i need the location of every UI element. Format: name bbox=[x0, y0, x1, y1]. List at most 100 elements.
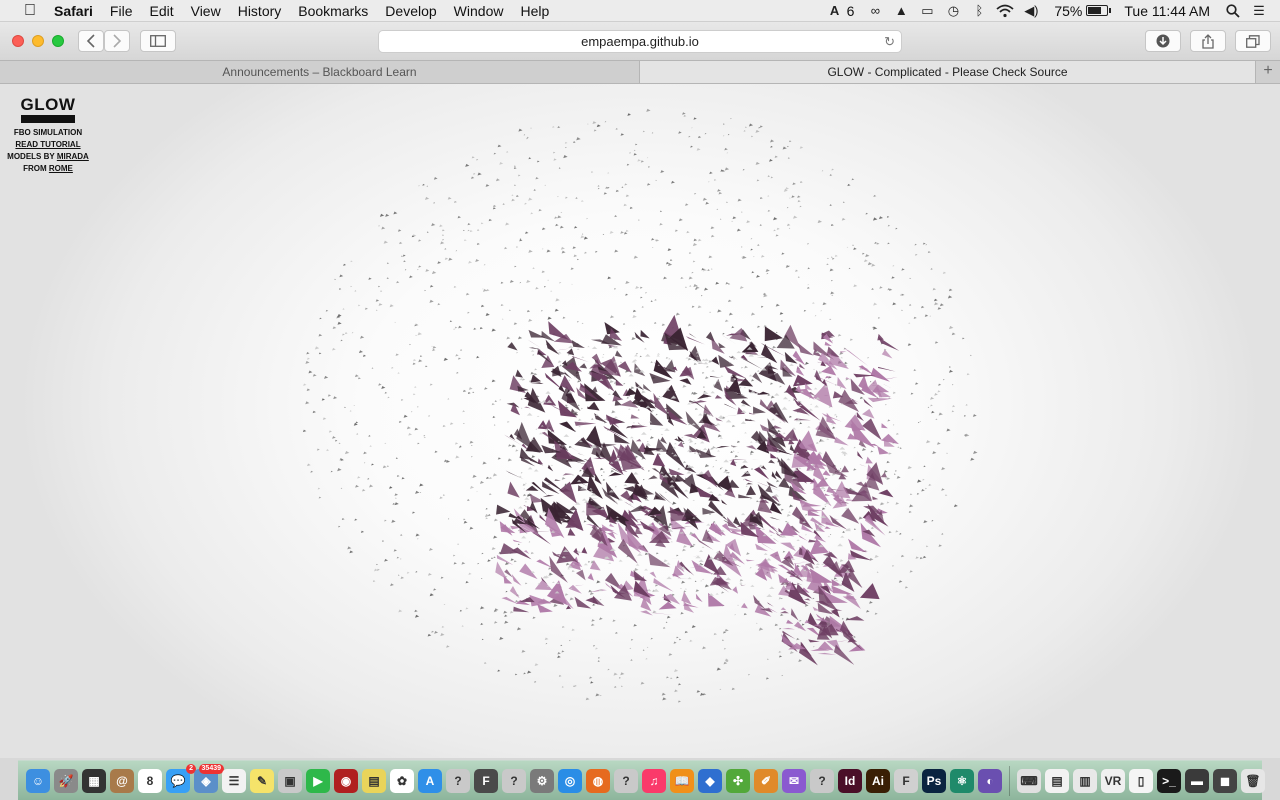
dock-app-store-icon[interactable]: A bbox=[418, 768, 442, 793]
apple-menu-icon[interactable]:  bbox=[20, 2, 40, 20]
dock-unknown-app-3-icon[interactable]: ? bbox=[614, 768, 638, 793]
dock-safari-icon[interactable]: ◎ bbox=[558, 768, 582, 793]
menu-history[interactable]: History bbox=[238, 3, 282, 19]
dock-photo-booth-icon[interactable]: ▣ bbox=[278, 768, 302, 793]
mirada-link[interactable]: MIRADA bbox=[57, 152, 89, 161]
dock-glyph: ♫ bbox=[649, 773, 659, 788]
dock-document-3-icon[interactable]: ▯ bbox=[1129, 768, 1153, 793]
dock-font-book-icon[interactable]: F bbox=[474, 768, 498, 793]
dock-dvd-app-icon[interactable]: ◼ bbox=[1213, 768, 1237, 793]
adobe-icon[interactable]: A bbox=[824, 0, 846, 22]
dock-cloud-app-icon[interactable]: ◆ bbox=[698, 768, 722, 793]
dock-firefox-icon[interactable]: ◍ bbox=[586, 768, 610, 793]
dock-paint-app-icon[interactable]: ✐ bbox=[754, 768, 778, 793]
url-text: empaempa.github.io bbox=[581, 34, 699, 49]
tab-glow[interactable]: GLOW - Complicated - Please Check Source bbox=[640, 61, 1256, 83]
dock-unknown-app-2-icon[interactable]: ? bbox=[502, 768, 526, 793]
dock-launchpad-icon[interactable]: 🚀 bbox=[54, 768, 78, 793]
menu-app-name[interactable]: Safari bbox=[54, 3, 93, 19]
dock-glyph: Ps bbox=[926, 773, 942, 788]
dock-file-app-icon[interactable]: F bbox=[894, 768, 918, 793]
battery-percent: 75% bbox=[1054, 2, 1083, 19]
reload-icon[interactable]: ↻ bbox=[884, 31, 895, 52]
dock-unknown-app-1-icon[interactable]: ? bbox=[446, 768, 470, 793]
menu-view[interactable]: View bbox=[191, 3, 221, 19]
dock-finder-icon[interactable]: ☺ bbox=[26, 768, 50, 793]
dock-glyph: ✣ bbox=[732, 773, 744, 788]
downloads-button[interactable] bbox=[1145, 30, 1181, 52]
spotlight-search-icon[interactable] bbox=[1222, 0, 1244, 22]
menu-window[interactable]: Window bbox=[454, 3, 504, 19]
share-button[interactable] bbox=[1190, 30, 1226, 52]
dock-glyph: ✉ bbox=[788, 773, 800, 788]
address-bar[interactable]: empaempa.github.io ↻ bbox=[378, 30, 902, 53]
forward-button[interactable] bbox=[104, 30, 130, 52]
close-window-button[interactable] bbox=[12, 35, 24, 47]
dock-mission-control-icon[interactable]: ▦ bbox=[82, 768, 106, 793]
menu-develop[interactable]: Develop bbox=[385, 3, 436, 19]
dock-illustrator-icon[interactable]: Ai bbox=[866, 768, 890, 793]
dock-keyboard-viewer-icon[interactable]: ⌨ bbox=[1017, 768, 1041, 793]
time-machine-icon[interactable]: ◷ bbox=[942, 0, 964, 22]
dock-vr-app-icon[interactable]: VR bbox=[1101, 768, 1125, 793]
dock-messages-icon[interactable]: 💬 2 bbox=[166, 763, 196, 793]
tabs-overview-icon bbox=[1246, 34, 1260, 48]
dock-glyph: VR bbox=[1104, 773, 1122, 788]
dock-document-2-icon[interactable]: ▥ bbox=[1073, 768, 1097, 793]
dock-separator bbox=[1009, 765, 1010, 796]
battery-icon[interactable] bbox=[1086, 5, 1112, 16]
dock-trash-icon[interactable]: 🗑 bbox=[1241, 768, 1265, 793]
dock-glyph: 🚀 bbox=[58, 773, 74, 788]
airplay-icon[interactable]: ▭ bbox=[916, 0, 938, 22]
google-drive-icon[interactable]: ▲ bbox=[890, 0, 912, 22]
dock-calendar-icon[interactable]: 8 bbox=[138, 768, 162, 793]
dock-network-app-icon[interactable]: ✣ bbox=[726, 768, 750, 793]
dock-photo-app-icon[interactable]: ◉ bbox=[334, 768, 358, 793]
rome-link[interactable]: ROME bbox=[49, 164, 73, 173]
clock[interactable]: Tue 11:44 AM bbox=[1124, 3, 1210, 19]
zoom-window-button[interactable] bbox=[52, 35, 64, 47]
dock-photos-icon[interactable]: ✿ bbox=[390, 768, 414, 793]
creative-cloud-icon[interactable]: ∞ bbox=[864, 0, 886, 22]
dock-monitor-app-icon[interactable]: ▬ bbox=[1185, 768, 1209, 793]
read-tutorial-link[interactable]: READ TUTORIAL bbox=[15, 140, 80, 149]
show-tabs-button[interactable] bbox=[1235, 30, 1271, 52]
bluetooth-icon[interactable]: ᛒ bbox=[968, 0, 990, 22]
dock-document-1-icon[interactable]: ▤ bbox=[1045, 768, 1069, 793]
menu-bookmarks[interactable]: Bookmarks bbox=[298, 3, 368, 19]
dock-facetime-icon[interactable]: ▶ bbox=[306, 768, 330, 793]
dock-notes-icon[interactable]: ✎ bbox=[250, 768, 274, 793]
sidebar-toggle-button[interactable] bbox=[140, 30, 176, 52]
menu-file[interactable]: File bbox=[110, 3, 133, 19]
menu-help[interactable]: Help bbox=[520, 3, 549, 19]
dock-atom-icon[interactable]: ⚛ bbox=[950, 768, 974, 793]
dock-itunes-icon[interactable]: ♫ bbox=[642, 768, 666, 793]
dock-photoshop-icon[interactable]: Ps bbox=[922, 768, 946, 793]
wifi-icon[interactable] bbox=[994, 0, 1016, 22]
particle-scene[interactable] bbox=[0, 84, 1280, 758]
back-button[interactable] bbox=[78, 30, 104, 52]
dock-glyph: ? bbox=[454, 773, 462, 788]
new-tab-button[interactable]: + bbox=[1256, 61, 1280, 83]
volume-icon[interactable]: ◀) bbox=[1020, 0, 1042, 22]
dock-github-icon[interactable]: ◐ bbox=[978, 768, 1002, 793]
dock-contacts-icon[interactable]: @ bbox=[110, 768, 134, 793]
dock-glyph: 8 bbox=[146, 773, 154, 788]
dock-indesign-icon[interactable]: Id bbox=[838, 768, 862, 793]
from-line: FROM ROME bbox=[6, 163, 90, 175]
minimize-window-button[interactable] bbox=[32, 35, 44, 47]
dock-ibooks-icon[interactable]: 📖 bbox=[670, 768, 694, 793]
dock-reminders-icon[interactable]: ☰ bbox=[222, 768, 246, 793]
notification-center-icon[interactable]: ☰ bbox=[1248, 0, 1270, 22]
dock: ☺ 🚀 ▦ @8 💬 2 ◈ 35439 ☰ ✎ ▣ ▶ ◉ ▤ ✿ A? F? ⚙ ◎ ◍? ♫ 📖 ◆ ✣ ✐ ✉? Id Ai F… bbox=[18, 760, 1265, 800]
dock-terminal-icon[interactable]: >_ bbox=[1157, 768, 1181, 793]
menu-edit[interactable]: Edit bbox=[149, 3, 173, 19]
fbo-simulation-label: FBO SIMULATION bbox=[13, 128, 83, 137]
dock-unknown-app-4-icon[interactable]: ? bbox=[810, 768, 834, 793]
menu-bar:  Safari File Edit View History Bookmark… bbox=[0, 0, 1280, 22]
dock-system-preferences-icon[interactable]: ⚙ bbox=[530, 768, 554, 793]
dock-mail-app-icon[interactable]: ✉ bbox=[782, 768, 806, 793]
dock-preview-icon[interactable]: ◈ 35439 bbox=[194, 763, 224, 793]
dock-stickies-icon[interactable]: ▤ bbox=[362, 768, 386, 793]
tab-blackboard[interactable]: Announcements – Blackboard Learn bbox=[0, 61, 640, 83]
